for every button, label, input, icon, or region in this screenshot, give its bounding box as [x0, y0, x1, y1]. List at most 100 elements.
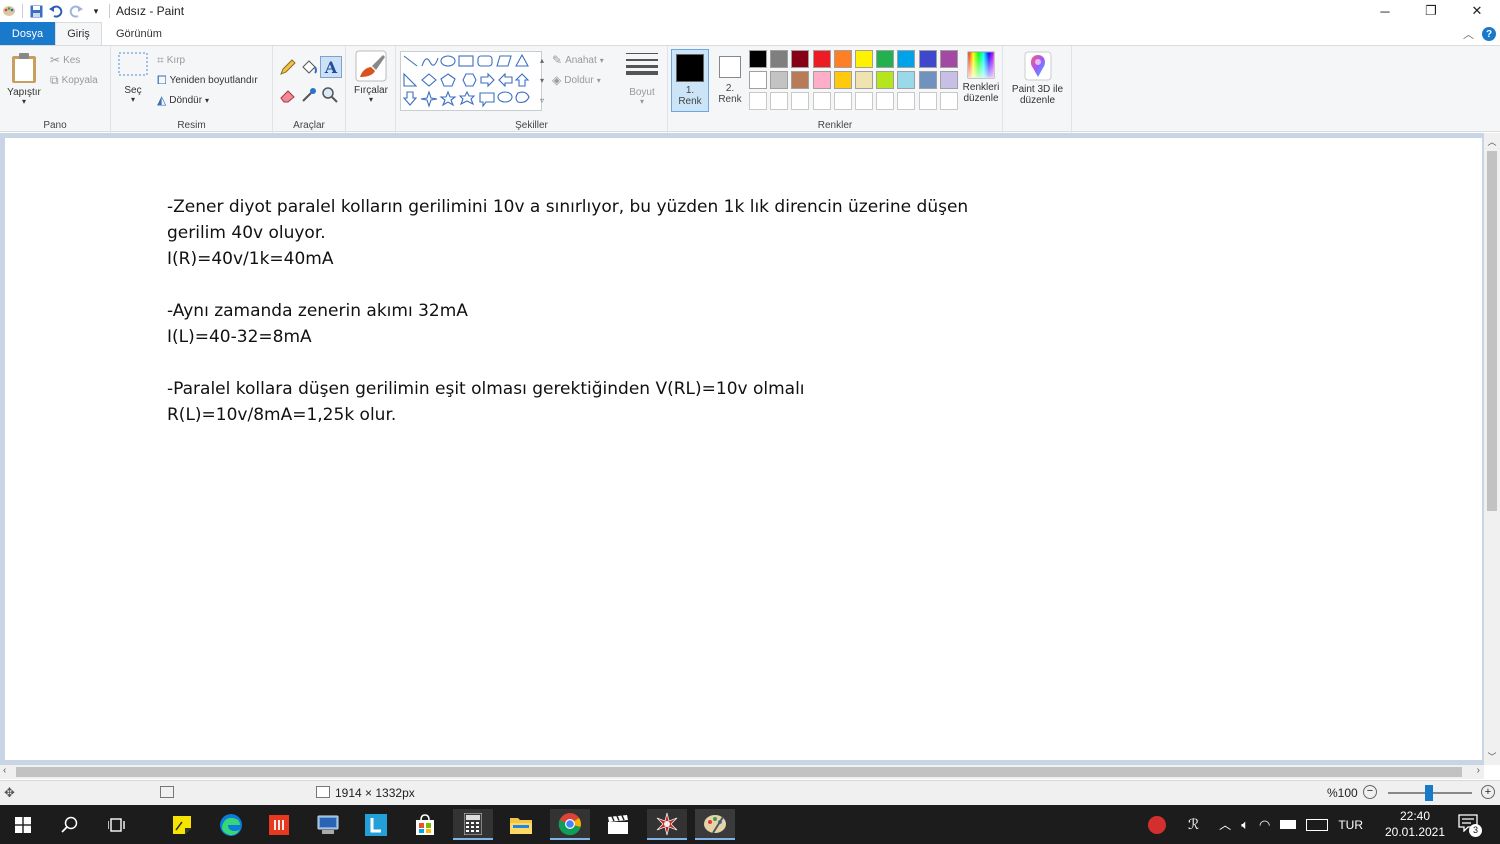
taskbar-app-network-manager[interactable]: [308, 809, 348, 840]
crop-button[interactable]: ⌗ Kırp: [157, 53, 185, 68]
zoom-out-button[interactable]: −: [1363, 785, 1377, 799]
keyboard-icon[interactable]: [1306, 818, 1329, 831]
search-button[interactable]: [50, 809, 90, 840]
palette-swatch[interactable]: [791, 71, 810, 89]
fill-bucket-icon[interactable]: [300, 58, 318, 79]
people-icon[interactable]: ℛ: [1188, 816, 1199, 833]
taskbar-app-circuit-simulator[interactable]: [647, 809, 687, 840]
taskbar-app-file-explorer[interactable]: [501, 809, 541, 840]
scroll-right-icon[interactable]: ›: [1477, 765, 1480, 776]
palette-swatch[interactable]: [812, 71, 831, 89]
resize-button[interactable]: ⧠ Yeniden boyutlandır: [157, 73, 258, 88]
redo-icon[interactable]: [69, 4, 83, 18]
input-language[interactable]: TUR: [1338, 818, 1363, 832]
taskbar-app-paint[interactable]: [695, 809, 735, 840]
palette-swatch[interactable]: [833, 92, 852, 110]
palette-swatch[interactable]: [749, 92, 767, 110]
pencil-icon[interactable]: [279, 58, 297, 79]
size-button[interactable]: Boyut ▾: [620, 50, 664, 106]
vertical-scroll-thumb[interactable]: [1487, 151, 1497, 511]
taskbar-app-chrome[interactable]: [550, 809, 590, 840]
taskbar-app-sticky-notes[interactable]: [162, 809, 202, 840]
copy-button[interactable]: ⧉ Kopyala: [50, 73, 98, 88]
palette-swatch[interactable]: [855, 71, 873, 89]
taskbar-app-store[interactable]: [405, 809, 445, 840]
notification-center-button[interactable]: 3: [1458, 814, 1482, 837]
palette-swatch[interactable]: [833, 71, 852, 89]
taskbar-app-calculator[interactable]: [453, 809, 493, 840]
scroll-left-icon[interactable]: ‹: [3, 765, 6, 776]
edit-colors-button[interactable]: Renkleri düzenle: [960, 51, 1002, 104]
palette-swatch[interactable]: [791, 50, 810, 68]
palette-swatch[interactable]: [897, 92, 916, 110]
palette-swatch[interactable]: [876, 50, 895, 68]
eraser-icon[interactable]: [279, 86, 297, 107]
show-hidden-icons-icon[interactable]: ︿: [1219, 816, 1231, 833]
edit-with-paint3d-button[interactable]: Paint 3D ile düzenle: [1006, 51, 1069, 106]
fill-button[interactable]: ◈ Doldur ▾: [552, 73, 601, 87]
palette-swatch[interactable]: [749, 71, 767, 89]
outline-button[interactable]: ✎ Anahat ▾: [552, 53, 604, 67]
collapse-ribbon-icon[interactable]: ︿: [1463, 26, 1474, 42]
tab-file[interactable]: Dosya: [0, 22, 55, 45]
select-button[interactable]: Seç ▾: [117, 52, 149, 104]
taskbar-app-office[interactable]: [259, 809, 299, 840]
save-icon[interactable]: [29, 4, 43, 18]
security-app-icon[interactable]: [1148, 815, 1166, 834]
palette-swatch[interactable]: [791, 92, 810, 110]
palette-swatch[interactable]: [855, 92, 873, 110]
taskbar-app-l[interactable]: [356, 809, 396, 840]
magnifier-icon[interactable]: [321, 86, 339, 107]
palette-swatch[interactable]: [918, 71, 937, 89]
paste-button[interactable]: Yapıştır ▾: [4, 50, 44, 110]
horizontal-scroll-thumb[interactable]: [16, 767, 1462, 777]
palette-swatch[interactable]: [749, 50, 767, 68]
restore-button[interactable]: ❐: [1408, 0, 1454, 22]
volume-icon[interactable]: 🔈︎: [1241, 817, 1249, 833]
taskbar-app-edge[interactable]: [211, 809, 251, 840]
palette-swatch[interactable]: [770, 92, 789, 110]
clock[interactable]: 22:40 20.01.2021: [1382, 808, 1448, 840]
palette-swatch[interactable]: [812, 50, 831, 68]
minimize-button[interactable]: ─: [1362, 0, 1408, 22]
scroll-up-icon[interactable]: ︿: [1484, 135, 1500, 148]
palette-swatch[interactable]: [939, 92, 958, 110]
palette-swatch[interactable]: [855, 50, 873, 68]
help-icon[interactable]: ?: [1482, 27, 1496, 41]
cut-button[interactable]: ✂ Kes: [50, 53, 80, 67]
palette-swatch[interactable]: [770, 71, 789, 89]
tab-home[interactable]: Giriş: [55, 22, 102, 45]
palette-swatch[interactable]: [833, 50, 852, 68]
scroll-down-icon[interactable]: ﹀: [1484, 750, 1500, 763]
zoom-slider-thumb[interactable]: [1425, 785, 1433, 801]
undo-icon[interactable]: [49, 4, 63, 18]
palette-swatch[interactable]: [939, 50, 958, 68]
battery-icon[interactable]: [1280, 820, 1297, 829]
task-view-button[interactable]: [97, 809, 137, 840]
horizontal-scrollbar[interactable]: ‹ ›: [0, 765, 1484, 779]
rotate-button[interactable]: ◭ Döndür ▾: [157, 93, 209, 107]
brushes-button[interactable]: Fırçalar ▾: [350, 50, 392, 104]
color2-button[interactable]: 2. Renk: [711, 49, 749, 112]
palette-swatch[interactable]: [876, 71, 895, 89]
shapes-gallery[interactable]: [400, 51, 542, 111]
drawing-canvas[interactable]: -Zener diyot paralel kolların gerilimini…: [5, 138, 1482, 760]
palette-swatch[interactable]: [897, 50, 916, 68]
close-button[interactable]: ✕: [1454, 0, 1500, 22]
start-button[interactable]: [3, 809, 43, 840]
wifi-icon[interactable]: ◠: [1259, 817, 1270, 833]
palette-swatch[interactable]: [876, 92, 895, 110]
tab-view[interactable]: Görünüm: [102, 22, 176, 45]
customize-qat-icon[interactable]: ▾: [89, 4, 103, 18]
palette-swatch[interactable]: [918, 92, 937, 110]
color-picker-icon[interactable]: [300, 86, 318, 107]
palette-swatch[interactable]: [812, 92, 831, 110]
palette-swatch[interactable]: [897, 71, 916, 89]
palette-swatch[interactable]: [939, 71, 958, 89]
palette-swatch[interactable]: [770, 50, 789, 68]
text-tool-icon[interactable]: A: [320, 56, 342, 78]
color1-button[interactable]: 1. Renk: [671, 49, 709, 112]
palette-swatch[interactable]: [918, 50, 937, 68]
shapes-scroll[interactable]: ▴ ▾ ▿: [537, 51, 547, 111]
zoom-in-button[interactable]: +: [1481, 785, 1495, 799]
